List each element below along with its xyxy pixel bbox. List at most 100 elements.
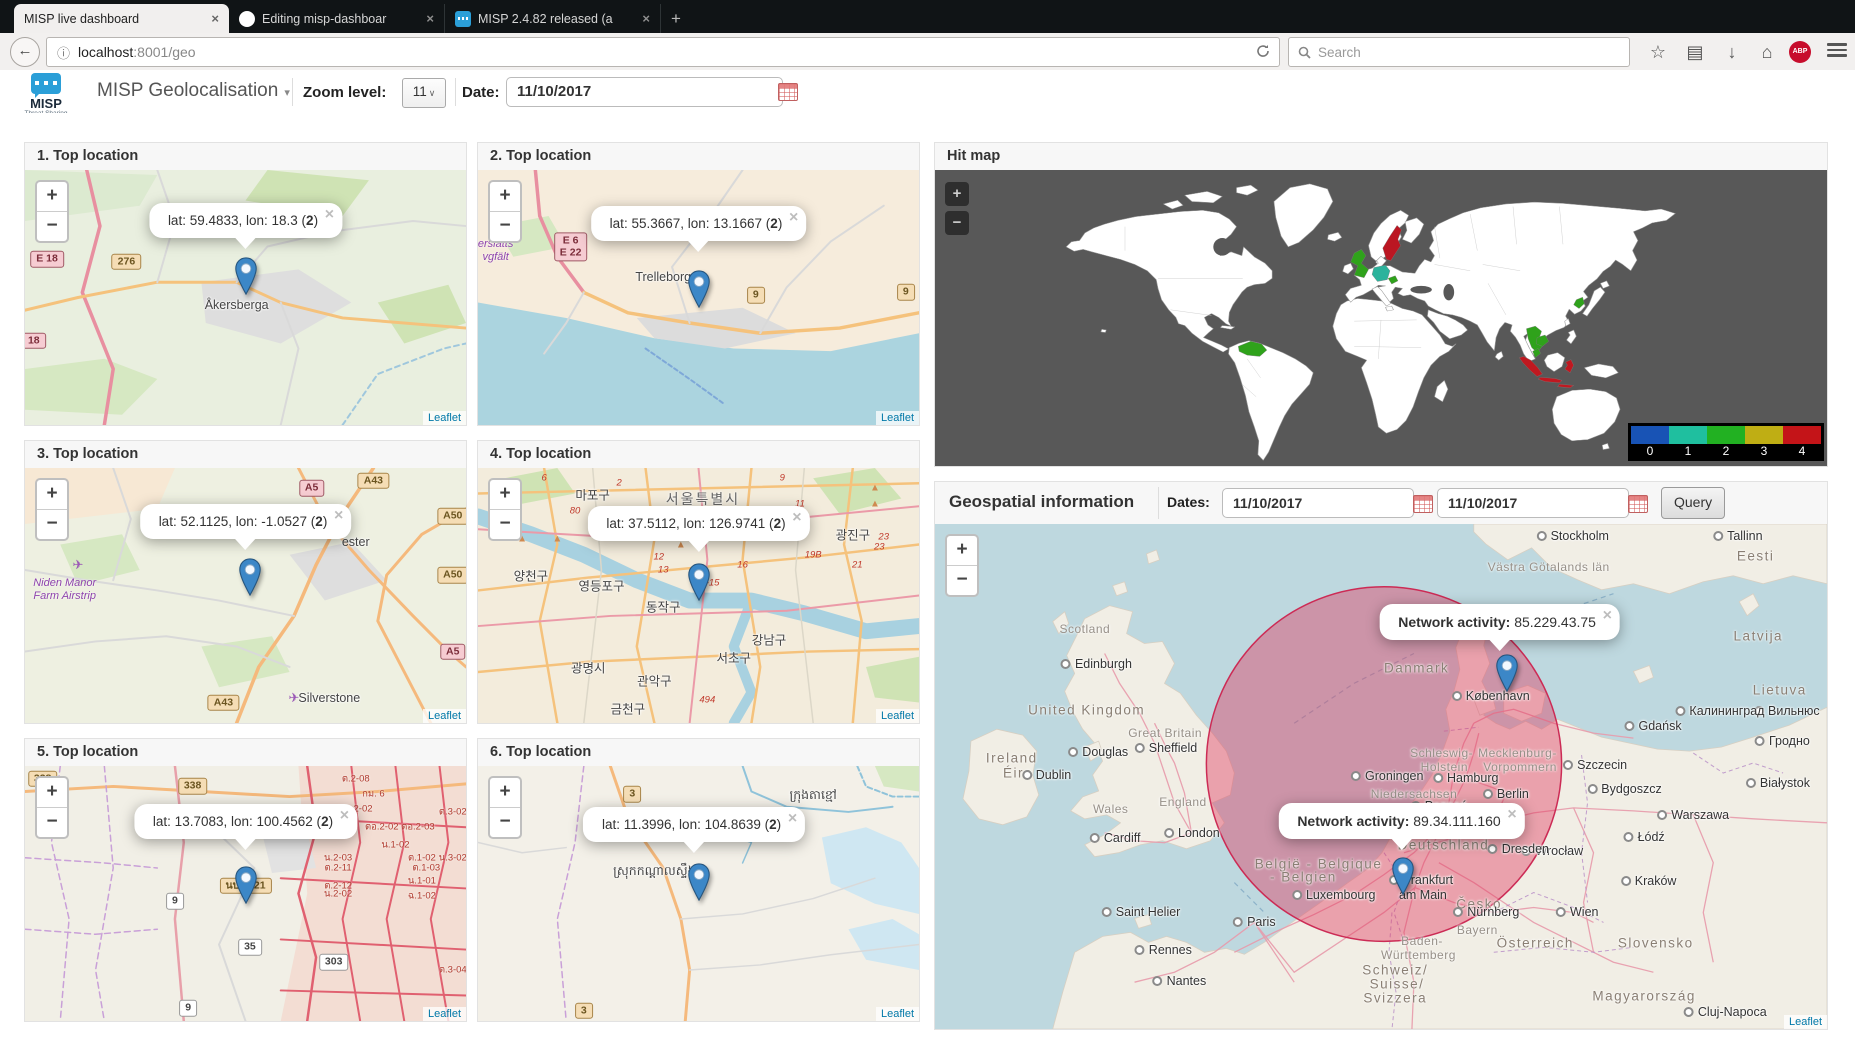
world-landmass[interactable] [1274, 184, 1333, 247]
zoom-out-button[interactable]: − [37, 510, 67, 539]
leaflet-link[interactable]: Leaflet [428, 1008, 461, 1020]
zoom-level-select[interactable]: 11∨ [402, 78, 446, 108]
leaflet-map[interactable]: + − lat: 55.3667, lon: 13.1667 (2) × Lea… [478, 170, 919, 425]
world-landmass[interactable] [1402, 218, 1423, 243]
popup-close-icon[interactable]: × [334, 508, 343, 524]
leaflet-map[interactable]: + − lat: 52.1125, lon: -1.0527 (2) × Lea… [25, 468, 466, 723]
world-landmass[interactable] [1066, 210, 1272, 352]
menu-icon[interactable] [1827, 43, 1847, 57]
zoom-out-button[interactable]: − [490, 808, 520, 837]
country-indonesia-java[interactable] [1538, 377, 1562, 383]
map-marker[interactable] [1391, 857, 1416, 895]
popup-close-icon[interactable]: × [789, 210, 798, 226]
map-marker[interactable] [686, 270, 711, 308]
map-marker[interactable] [686, 863, 711, 901]
search-input[interactable]: Search [1288, 37, 1630, 67]
adblock-icon[interactable]: ABP [1789, 41, 1811, 63]
world-landmass[interactable] [1327, 232, 1341, 241]
back-button[interactable]: ← [10, 37, 40, 67]
hit-map[interactable]: + − [935, 170, 1827, 466]
leaflet-link[interactable]: Leaflet [881, 710, 914, 722]
misp-logo[interactable]: MISP Threat Sharing [24, 73, 68, 118]
world-landmass[interactable] [1495, 351, 1503, 360]
popup-close-icon[interactable]: × [792, 510, 801, 526]
map-marker[interactable] [233, 866, 258, 904]
tab-misp-dashboard[interactable]: MISP live dashboard × [14, 4, 229, 33]
zoom-in-button[interactable]: + [947, 536, 977, 566]
world-landmass[interactable] [1228, 341, 1313, 461]
leaflet-map[interactable]: + − lat: 59.4833, lon: 18.3 (2) × Leafle… [25, 170, 466, 425]
calendar-icon[interactable] [778, 83, 798, 101]
popup-close-icon[interactable]: × [325, 207, 334, 223]
bookmark-star-icon[interactable]: ☆ [1645, 39, 1671, 65]
reading-list-icon[interactable]: ▤ [1682, 39, 1708, 65]
country-indonesia-sulawesi[interactable] [1565, 360, 1574, 373]
zoom-in-button[interactable]: + [37, 182, 67, 212]
world-landmass[interactable] [1600, 281, 1609, 289]
zoom-in-button[interactable]: + [490, 480, 520, 510]
leaflet-link[interactable]: Leaflet [881, 1008, 914, 1020]
world-landmass[interactable] [1220, 326, 1234, 330]
calendar-icon[interactable] [1628, 495, 1648, 513]
map-marker[interactable] [1494, 654, 1519, 692]
new-tab-button[interactable]: + [661, 4, 691, 33]
world-landmass[interactable] [1435, 380, 1448, 401]
map-marker[interactable] [237, 558, 262, 596]
world-landmass[interactable] [1583, 287, 1605, 316]
popup-close-icon[interactable]: × [788, 811, 797, 827]
country-indonesia-lesser-sunda[interactable] [1558, 384, 1574, 388]
popup-close-icon[interactable]: × [1507, 807, 1516, 823]
date-input[interactable]: 11/10/2017 [506, 77, 783, 107]
zoom-out-button[interactable]: − [490, 510, 520, 539]
tab-close-icon[interactable]: × [211, 11, 219, 26]
zoom-in-button[interactable]: + [945, 182, 969, 206]
page-info-icon[interactable]: ⓘ [57, 43, 70, 62]
map-attribution: Leaflet [876, 709, 919, 723]
zoom-in-button[interactable]: + [490, 182, 520, 212]
calendar-icon[interactable] [1413, 495, 1433, 513]
world-landmass[interactable] [1185, 191, 1222, 202]
downloads-icon[interactable]: ↓ [1719, 39, 1745, 65]
zoom-out-button[interactable]: − [945, 211, 969, 235]
popup-close-icon[interactable]: × [1603, 608, 1612, 624]
tab-close-icon[interactable]: × [642, 11, 650, 26]
tab-close-icon[interactable]: × [426, 11, 434, 26]
leaflet-link[interactable]: Leaflet [1789, 1016, 1822, 1028]
tab-misp-release[interactable]: MISP 2.4.82 released (a × [445, 4, 661, 33]
world-landmass[interactable] [1552, 389, 1620, 441]
world-landmass[interactable] [1236, 185, 1257, 195]
leaflet-link[interactable]: Leaflet [881, 412, 914, 424]
zoom-in-button[interactable]: + [490, 778, 520, 808]
world-landmass[interactable] [1163, 200, 1183, 209]
reload-icon[interactable] [1256, 44, 1270, 61]
leaflet-link[interactable]: Leaflet [428, 710, 461, 722]
world-landmass[interactable] [1602, 443, 1609, 449]
leaflet-link[interactable]: Leaflet [428, 412, 461, 424]
zoom-out-button[interactable]: − [37, 808, 67, 837]
zoom-out-button[interactable]: − [947, 566, 977, 595]
geospatial-map[interactable]: StockholmTallinnEestiVästra Götalands lä… [935, 524, 1827, 1029]
leaflet-map[interactable]: + − lat: 37.5112, lon: 126.9741 (2) × Le… [478, 468, 919, 723]
world-landmass[interactable] [1584, 364, 1618, 378]
zoom-out-button[interactable]: − [37, 212, 67, 241]
query-button[interactable]: Query [1661, 487, 1725, 519]
map-marker[interactable] [686, 563, 711, 601]
popup-close-icon[interactable]: × [340, 808, 349, 824]
zoom-in-button[interactable]: + [37, 778, 67, 808]
home-icon[interactable]: ⌂ [1754, 39, 1780, 65]
tab-github-editing[interactable]: Editing misp-dashboar × [229, 4, 445, 33]
world-landmass[interactable] [1567, 330, 1577, 344]
map-marker[interactable] [233, 257, 258, 295]
world-landmass[interactable] [1343, 263, 1354, 274]
world-landmass[interactable] [1544, 353, 1565, 372]
zoom-in-button[interactable]: + [37, 480, 67, 510]
date-from-input[interactable] [1222, 488, 1414, 518]
app-title-dropdown[interactable]: MISP Geolocalisation▾ [97, 80, 290, 102]
world-landmass[interactable] [1101, 329, 1106, 332]
date-to-input[interactable] [1437, 488, 1629, 518]
country-united-kingdom[interactable] [1351, 249, 1369, 277]
leaflet-map[interactable]: + − lat: 11.3996, lon: 104.8639 (2) × Le… [478, 766, 919, 1021]
url-bar[interactable]: ⓘ localhost:8001/geo [46, 37, 1280, 67]
leaflet-map[interactable]: + − lat: 13.7083, lon: 100.4562 (2) × Le… [25, 766, 466, 1021]
zoom-out-button[interactable]: − [490, 212, 520, 241]
